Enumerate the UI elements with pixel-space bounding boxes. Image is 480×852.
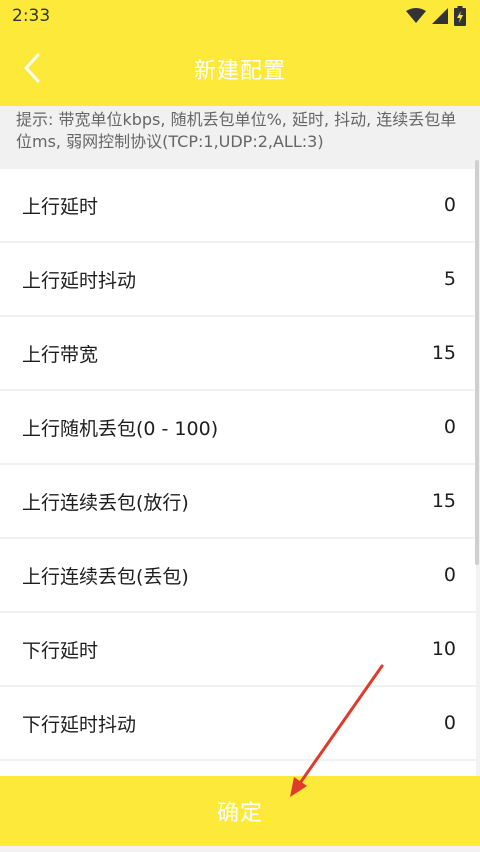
battery-charging-icon <box>454 6 466 26</box>
setting-label: 上行连续丢包(放行) <box>22 491 189 514</box>
settings-list[interactable]: 上行延时 0 上行延时抖动 5 上行带宽 15 上行随机丢包(0 - 100) … <box>0 169 476 776</box>
setting-label: 下行延时 <box>22 639 99 662</box>
setting-value: 10 <box>431 638 456 660</box>
setting-value: 0 <box>443 416 456 438</box>
setting-label: 上行延时 <box>22 195 99 218</box>
setting-label: 上行延时抖动 <box>22 269 137 292</box>
setting-value: 0 <box>443 194 456 216</box>
setting-value: 15 <box>431 490 456 512</box>
confirm-button[interactable]: 确定 <box>0 776 480 846</box>
setting-value: 0 <box>443 712 456 734</box>
title-bar: 新建配置 <box>0 32 480 106</box>
signal-icon <box>432 8 448 24</box>
setting-value: 5 <box>443 268 456 290</box>
setting-row-uplink-bandwidth[interactable]: 上行带宽 15 <box>0 317 476 389</box>
bottom-strip <box>0 846 480 852</box>
page-title: 新建配置 <box>193 59 286 84</box>
setting-row-partial[interactable] <box>0 761 476 776</box>
setting-row-downlink-jitter[interactable]: 下行延时抖动 0 <box>0 687 476 759</box>
confirm-label: 确定 <box>216 801 263 826</box>
wifi-icon <box>406 8 426 24</box>
hint-text: 提示: 带宽单位kbps, 随机丢包单位%, 延时, 抖动, 连续丢包单位ms,… <box>0 106 480 168</box>
back-button[interactable] <box>22 50 62 90</box>
setting-row-uplink-delay[interactable]: 上行延时 0 <box>0 169 476 241</box>
setting-label: 上行随机丢包(0 - 100) <box>22 417 219 440</box>
setting-label: 上行连续丢包(丢包) <box>22 565 189 588</box>
setting-row-uplink-burst-drop[interactable]: 上行连续丢包(丢包) 0 <box>0 539 476 611</box>
setting-value: 0 <box>443 564 456 586</box>
setting-label: 下行延时抖动 <box>22 713 137 736</box>
setting-row-uplink-jitter[interactable]: 上行延时抖动 5 <box>0 243 476 315</box>
setting-row-uplink-burst-pass[interactable]: 上行连续丢包(放行) 15 <box>0 465 476 537</box>
setting-row-uplink-random-loss[interactable]: 上行随机丢包(0 - 100) 0 <box>0 391 476 463</box>
setting-row-downlink-delay[interactable]: 下行延时 10 <box>0 613 476 685</box>
status-bar: 2:33 <box>0 0 480 32</box>
setting-label: 上行带宽 <box>22 343 99 366</box>
status-time: 2:33 <box>12 6 51 26</box>
status-icons <box>406 6 466 26</box>
list-scrollbar[interactable] <box>475 160 479 565</box>
chevron-left-icon <box>22 53 42 87</box>
app-screen: 2:33 新建配置 提示: 带宽单位kbps, 随机丢包单位%, 延时, 抖动,… <box>0 0 480 852</box>
setting-value: 15 <box>431 342 456 364</box>
